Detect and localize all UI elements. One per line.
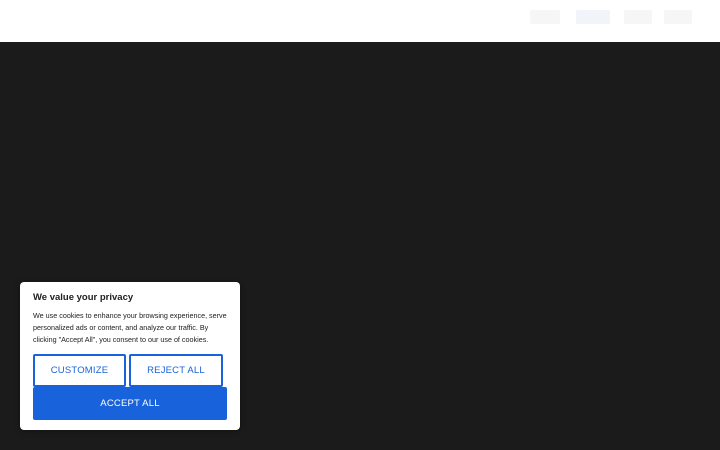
reject-all-button[interactable]: REJECT ALL [129,354,223,387]
site-header [0,0,720,42]
nav-item[interactable] [624,10,652,24]
nav-item[interactable] [664,10,692,24]
nav-item[interactable] [530,10,560,24]
consent-title: We value your privacy [33,292,134,303]
consent-description: We use cookies to enhance your browsing … [33,311,227,344]
customize-button[interactable]: CUSTOMIZE [33,354,126,387]
cookie-consent-banner: We value your privacy We use cookies to … [20,282,240,430]
accept-all-button[interactable]: ACCEPT ALL [33,387,227,420]
nav-button[interactable] [576,10,610,24]
